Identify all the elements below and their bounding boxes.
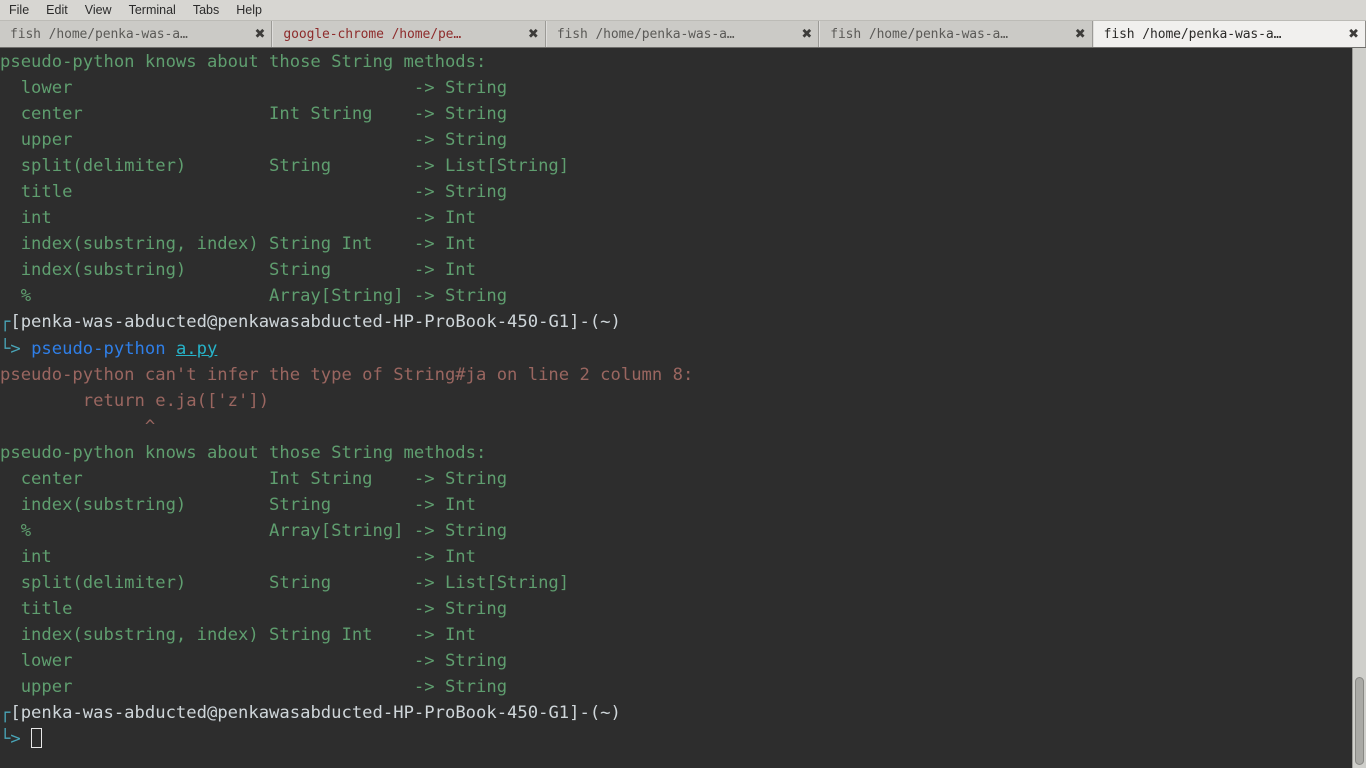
- menu-item-tabs[interactable]: Tabs: [193, 0, 228, 21]
- menu-item-help[interactable]: Help: [236, 0, 271, 21]
- tab-bar: fish /home/penka-was-a… ✖ google-chrome …: [0, 21, 1366, 48]
- menu-bar: File Edit View Terminal Tabs Help: [0, 0, 1366, 21]
- close-icon[interactable]: ✖: [1075, 28, 1086, 41]
- terminal-tab-1[interactable]: fish /home/penka-was-a… ✖: [0, 21, 273, 47]
- terminal-tab-2[interactable]: google-chrome /home/pe… ✖: [272, 21, 546, 47]
- close-icon[interactable]: ✖: [801, 28, 812, 41]
- menu-item-terminal[interactable]: Terminal: [129, 0, 185, 21]
- tab-label: fish /home/penka-was-a…: [556, 26, 735, 42]
- terminal-tab-4[interactable]: fish /home/penka-was-a… ✖: [819, 21, 1093, 47]
- tab-label: fish /home/penka-was-a…: [830, 26, 1008, 42]
- close-icon[interactable]: ✖: [255, 28, 266, 41]
- terminal-output: pseudo-python knows about those String m…: [0, 52, 694, 750]
- menu-item-edit[interactable]: Edit: [46, 0, 77, 21]
- terminal-body: pseudo-python knows about those String m…: [0, 48, 1366, 768]
- terminal-scrollbar[interactable]: [1352, 48, 1366, 768]
- terminal-tab-3[interactable]: fish /home/penka-was-a… ✖: [545, 21, 820, 47]
- tab-label: google-chrome /home/pe…: [283, 26, 462, 42]
- terminal-screen[interactable]: pseudo-python knows about those String m…: [0, 48, 1352, 768]
- terminal-window: File Edit View Terminal Tabs Help fish /…: [0, 0, 1366, 768]
- close-icon[interactable]: ✖: [1348, 28, 1359, 41]
- menu-item-file[interactable]: File: [9, 0, 38, 21]
- tab-label: fish /home/penka-was-a…: [1103, 26, 1282, 42]
- tab-label: fish /home/penka-was-a…: [10, 26, 188, 42]
- menu-item-view[interactable]: View: [85, 0, 121, 21]
- scrollbar-thumb[interactable]: [1355, 677, 1364, 765]
- terminal-tab-5-active[interactable]: fish /home/penka-was-a… ✖: [1092, 21, 1366, 47]
- close-icon[interactable]: ✖: [528, 28, 539, 41]
